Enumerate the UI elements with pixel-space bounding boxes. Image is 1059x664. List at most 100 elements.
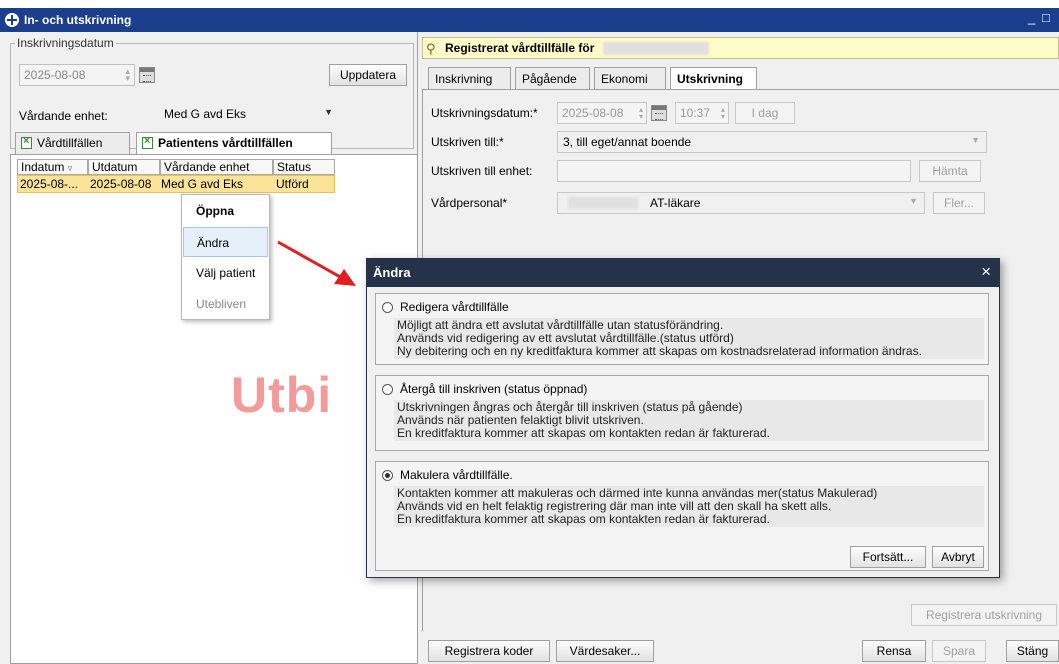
save-button[interactable]: Spara [932, 640, 986, 662]
admission-date-field[interactable]: 2025-08-08 ▴ ▾ [19, 64, 135, 86]
chevron-down-icon: ▼ [909, 196, 918, 206]
column-label: Utdatum [92, 160, 138, 174]
column-label: Vårdande enhet [164, 160, 250, 174]
discharged-to-value: 3, till eget/annat boende [563, 135, 692, 149]
maximize-button[interactable]: □ [1042, 10, 1050, 25]
calendar-icon[interactable] [651, 105, 667, 121]
radio-aterga[interactable] [382, 384, 393, 395]
option-aterga[interactable]: Återgå till inskriven (status öppnad) Ut… [375, 375, 989, 451]
discharged-to-select[interactable]: 3, till eget/annat boende ▼ [557, 131, 987, 153]
redacted-staff [568, 197, 638, 209]
tab-patientens-vardtillfallen[interactable]: Patientens vårdtillfällen [136, 132, 332, 155]
menu-item-utebliven[interactable]: Utebliven [183, 289, 268, 319]
date-spinner-icon[interactable]: ▴ ▾ [639, 106, 643, 121]
discharge-time-value: 10:37 [680, 106, 711, 120]
cell-indatum: 2025-08-... [20, 177, 79, 191]
table-row[interactable]: 2025-08-... 2025-08-08 Med G avd Eks Utf… [17, 175, 335, 193]
staff-label: Vårdpersonal* [431, 196, 508, 210]
description-line: En kreditfaktura kommer att skapas om ko… [397, 512, 770, 526]
column-utdatum[interactable]: Utdatum [88, 159, 160, 175]
discharge-time-field[interactable]: 10:37 ▴ ▾ [675, 102, 729, 124]
option-label: Redigera vårdtillfälle [400, 300, 509, 314]
context-menu: Öppna Ändra Välj patient Utebliven [181, 194, 270, 320]
person-key-icon: ⚲ [426, 41, 436, 56]
valuables-button[interactable]: Värdesaker... [556, 640, 654, 662]
discharged-to-label: Utskriven till:* [431, 135, 504, 149]
tab-pagaende[interactable]: Pågående [515, 67, 590, 89]
excel-icon [21, 135, 32, 149]
training-watermark: Utbi [231, 367, 333, 423]
dialog-titlebar: Ändra × [367, 259, 999, 287]
window-title: In- och utskrivning [24, 13, 132, 27]
clear-button[interactable]: Rensa [862, 640, 926, 662]
unit-select[interactable]: Med G avd Eks ▼ [159, 104, 339, 126]
andra-dialog: Ändra × Redigera vårdtillfälle Möjligt a… [366, 258, 1000, 578]
option-description: Möjligt att ändra ett avslutat vårdtillf… [394, 318, 984, 359]
date-spinner-icon[interactable]: ▴ ▾ [125, 67, 130, 83]
discharge-date-value: 2025-08-08 [562, 106, 624, 120]
admission-date-value: 2025-08-08 [24, 68, 86, 82]
cell-enhet: Med G avd Eks [161, 177, 244, 191]
top-strip [0, 0, 1059, 8]
staff-value: AT-läkare [650, 196, 701, 210]
window-titlebar: In- och utskrivning _ □ [0, 0, 1059, 32]
dialog-close-icon[interactable]: × [981, 262, 991, 282]
update-button[interactable]: Uppdatera [329, 64, 407, 86]
option-description: Utskrivningen ångras och återgår till in… [394, 400, 984, 441]
today-button[interactable]: I dag [735, 102, 795, 124]
tab-utskrivning[interactable]: Utskrivning [670, 67, 757, 90]
menu-item-andra[interactable]: Ändra [183, 227, 268, 257]
unit-select-value: Med G avd Eks [164, 107, 247, 121]
column-status[interactable]: Status [273, 159, 335, 175]
radio-makulera[interactable] [382, 470, 393, 481]
minimize-button[interactable]: _ [1028, 10, 1035, 25]
chevron-down-icon: ▼ [971, 135, 980, 145]
time-spinner-icon[interactable]: ▴ ▾ [721, 106, 725, 121]
continue-button[interactable]: Fortsätt... [850, 546, 926, 568]
discharged-unit-label: Utskriven till enhet: [431, 164, 533, 178]
more-staff-button[interactable]: Fler... [933, 192, 985, 214]
option-redigera[interactable]: Redigera vårdtillfälle Möjligt att ändra… [375, 293, 989, 365]
discharge-date-field[interactable]: 2025-08-08 ▴ ▾ [557, 102, 647, 124]
calendar-icon[interactable] [139, 67, 155, 83]
tab-ekonomi[interactable]: Ekonomi [594, 67, 666, 89]
tab-label: Patientens vårdtillfällen [158, 136, 293, 150]
left-pane: Inskrivningsdatum 2025-08-08 ▴ ▾ Uppdater… [0, 32, 418, 664]
tab-label: Vårdtillfällen [37, 136, 103, 150]
column-enhet[interactable]: Vårdande enhet [160, 159, 273, 175]
staff-select[interactable]: AT-läkare ▼ [557, 192, 925, 214]
option-label: Makulera vårdtillfälle. [400, 468, 513, 482]
description-line: En kreditfaktura kommer att skapas om ko… [397, 426, 770, 440]
cell-status: Utförd [276, 177, 309, 191]
menu-item-valj-patient[interactable]: Välj patient [183, 258, 268, 288]
close-button[interactable]: Stäng [1006, 640, 1059, 662]
redacted-patient [603, 42, 709, 55]
group-legend: Inskrivningsdatum [15, 36, 116, 50]
header-text: Registrerat vårdtillfälle för [445, 41, 595, 55]
description-line: Ny debitering och en ny kreditfaktura ko… [397, 344, 922, 358]
tab-vardtillfallen[interactable]: Vårdtillfällen [15, 132, 130, 154]
option-makulera[interactable]: Makulera vårdtillfälle. Kontakten kommer… [375, 461, 989, 571]
register-discharge-button[interactable]: Registrera utskrivning [911, 604, 1057, 626]
radio-redigera[interactable] [382, 302, 393, 313]
dialog-title: Ändra [373, 265, 411, 280]
discharge-date-label: Utskrivningsdatum:* [431, 106, 538, 120]
tab-inskrivning[interactable]: Inskrivning [428, 67, 511, 89]
cell-utdatum: 2025-08-08 [90, 177, 152, 191]
sort-icon: ▿ [67, 163, 73, 173]
column-label: Indatum [21, 160, 65, 174]
red-arrow-annotation [277, 240, 356, 286]
app-plus-icon [5, 13, 19, 27]
episode-header: ⚲ Registrerat vårdtillfälle för [422, 37, 1059, 59]
fetch-button[interactable]: Hämta [919, 160, 981, 182]
option-description: Kontakten kommer att makuleras och därme… [394, 486, 984, 527]
discharged-unit-field[interactable] [557, 160, 911, 182]
option-label: Återgå till inskriven (status öppnad) [400, 382, 588, 396]
menu-item-oppna[interactable]: Öppna [183, 196, 268, 226]
column-label: Status [277, 160, 312, 174]
register-codes-button[interactable]: Registrera koder [428, 640, 550, 662]
excel-icon [142, 135, 153, 149]
cancel-button[interactable]: Avbryt [932, 546, 984, 568]
chevron-down-icon: ▼ [324, 107, 333, 117]
column-indatum[interactable]: Indatum ▿ [17, 159, 88, 175]
